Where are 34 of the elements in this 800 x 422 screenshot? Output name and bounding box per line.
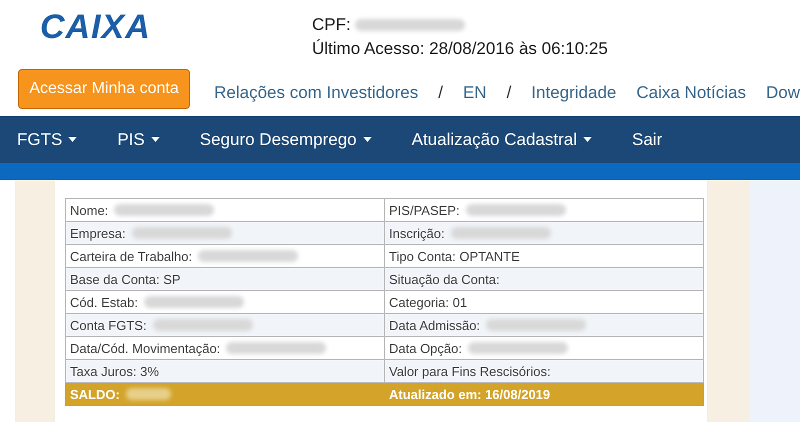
nav-menu-item[interactable]: PIS: [117, 130, 160, 150]
field-label: Atualizado em: 16/08/2019: [389, 386, 550, 402]
nav-menu-item[interactable]: Seguro Desemprego: [200, 130, 372, 150]
header-link[interactable]: Dow: [766, 83, 800, 103]
field-label: Tipo Conta: OPTANTE: [389, 248, 520, 264]
separator-text: /: [506, 83, 512, 103]
field-label: Inscrição:: [389, 226, 445, 240]
field-label: Empresa:: [70, 226, 126, 240]
field-label: Base da Conta: SP: [70, 272, 181, 286]
field-label: Data/Cód. Movimentação:: [70, 340, 220, 356]
field-label: Carteira de Trabalho:: [70, 248, 192, 264]
caixa-logo[interactable]: CAIXA: [40, 8, 312, 47]
field-label: Cód. Estab:: [70, 294, 138, 310]
header-link[interactable]: EN: [462, 83, 487, 103]
field-label: PIS/PASEP:: [389, 202, 460, 218]
nav-menu-item[interactable]: Atualização Cadastral: [412, 130, 592, 150]
separator-text: /: [438, 83, 443, 103]
header-link[interactable]: Integridade: [531, 83, 616, 103]
last-access-text: Último Acesso: 28/08/2016 às 06:10:25: [312, 38, 608, 60]
field-label: Valor para Fins Rescisórios:: [389, 364, 551, 378]
field-label: Categoria: 01: [389, 294, 468, 310]
header-link[interactable]: Relações com Investidores: [214, 83, 418, 103]
nav-menu-item[interactable]: Sair: [632, 130, 662, 150]
field-label: Data Admissão:: [389, 318, 480, 332]
logo-text: CAIXA: [40, 8, 151, 47]
field-label: Data Opção:: [389, 340, 462, 356]
cpf-label: CPF:: [312, 15, 351, 35]
field-label: Conta FGTS:: [70, 318, 147, 332]
field-label: SALDO:: [70, 386, 120, 402]
field-label: Nome:: [70, 202, 108, 218]
field-label: Taxa Juros: 3%: [70, 364, 159, 378]
header-link[interactable]: Caixa Notícias: [636, 83, 746, 103]
nav-menu-item[interactable]: FGTS: [17, 130, 78, 150]
field-label: Situação da Conta:: [389, 272, 500, 286]
